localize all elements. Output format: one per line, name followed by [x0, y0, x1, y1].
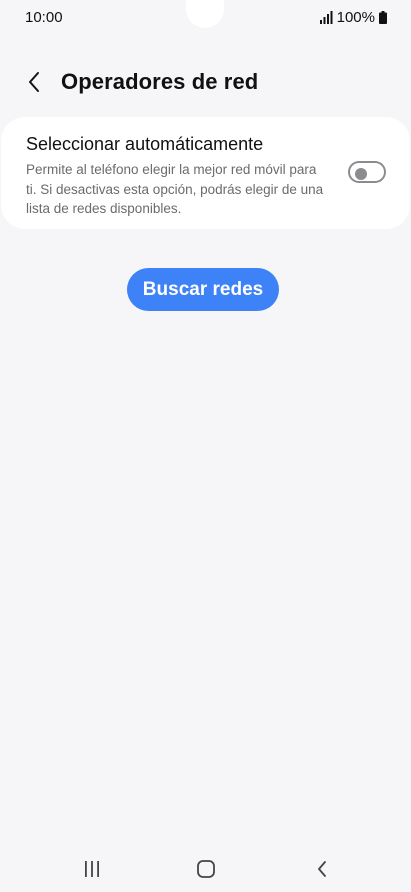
page-title: Operadores de red [61, 69, 259, 94]
back-button[interactable] [20, 68, 48, 96]
header: Operadores de red [0, 60, 411, 104]
home-button[interactable] [191, 856, 221, 882]
screen: 10:00 100% Operadores de red Seleccionar… [0, 0, 411, 892]
nav-back-button[interactable] [307, 856, 337, 882]
back-icon [318, 861, 326, 877]
status-indicators: 100% [319, 9, 387, 26]
status-bar: 10:00 100% [0, 0, 411, 34]
battery-icon [379, 11, 387, 24]
recents-button[interactable] [77, 856, 107, 882]
recents-icon [85, 861, 99, 877]
chevron-left-icon [29, 72, 39, 92]
auto-select-title: Seleccionar automáticamente [26, 134, 264, 154]
toggle-track [350, 163, 384, 181]
home-icon [197, 860, 215, 878]
battery-percent: 100% [336, 9, 375, 26]
auto-select-description: Permite al teléfono elegir la mejor red … [26, 162, 324, 216]
toggle-knob [355, 168, 367, 180]
search-networks-button[interactable]: Buscar redes [127, 268, 279, 311]
navigation-bar [0, 844, 411, 892]
auto-select-card[interactable]: Seleccionar automáticamente Permite al t… [1, 117, 410, 229]
signal-icon [319, 11, 333, 24]
status-time: 10:00 [25, 9, 63, 26]
auto-select-toggle[interactable] [348, 161, 386, 183]
camera-notch [186, 0, 224, 28]
